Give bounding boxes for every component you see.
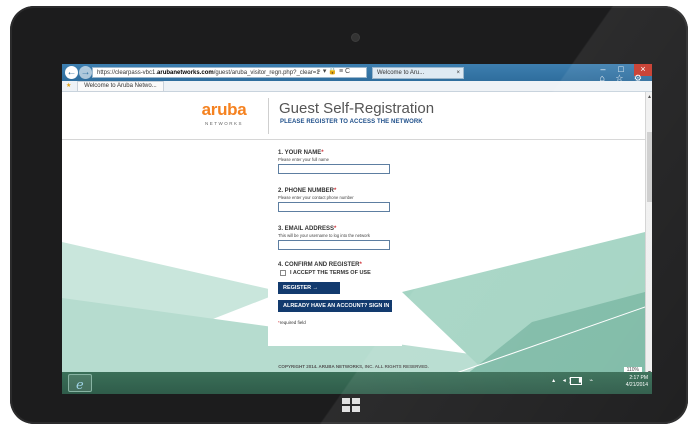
tab-label: Welcome to Aru... <box>377 70 425 76</box>
camera-icon <box>352 34 359 41</box>
email-input[interactable] <box>278 240 390 250</box>
sign-in-button[interactable]: ALREADY HAVE AN ACCOUNT? SIGN IN → <box>278 300 396 312</box>
header-divider <box>268 98 269 134</box>
email-hint: This will be your username to log into t… <box>278 233 370 238</box>
terms-label[interactable]: I ACCEPT THE TERMS OF USE <box>290 270 371 276</box>
address-bar-icons[interactable]: ⌕ ▾ 🔒 ≡ C <box>317 67 350 77</box>
windows-hardware-button[interactable] <box>342 398 364 416</box>
clock-date: 4/21/2014 <box>625 382 648 388</box>
phone-hint: Please enter your contact phone number <box>278 195 354 200</box>
clock-time: 2:17 PM <box>629 375 648 381</box>
browser-titlebar: ← → https://clearpass-vbc1.arubanetworks… <box>62 64 652 83</box>
ie-logo-icon: e <box>76 378 84 393</box>
web-page: aruba NETWORKS Guest Self-Registration P… <box>62 92 645 378</box>
phone-label: 2. PHONE NUMBER* <box>278 188 337 194</box>
svg-text:e: e <box>76 378 84 393</box>
photo-stage: ← → https://clearpass-vbc1.arubanetworks… <box>0 0 696 426</box>
url-prefix: https://clearpass-vbc1. <box>97 70 158 76</box>
aruba-logo: aruba NETWORKS <box>194 101 254 126</box>
logo-subtitle: NETWORKS <box>204 121 243 126</box>
vertical-scrollbar[interactable]: ▲ ▼ <box>645 92 652 378</box>
name-hint: Please enter your full name <box>278 157 329 162</box>
back-button[interactable]: ← <box>65 66 78 79</box>
scrollbar-thumb[interactable] <box>647 132 652 202</box>
page-subtitle: PLEASE REGISTER TO ACCESS THE NETWORK <box>280 119 423 125</box>
url-path: /guest/aruba_visitor_regn.php?_clear=1 <box>213 70 320 76</box>
page-title: Guest Self-Registration <box>279 100 435 117</box>
confirm-label: 4. CONFIRM AND REGISTER* <box>278 262 362 268</box>
scroll-up-icon[interactable]: ▲ <box>646 94 652 100</box>
name-label: 1. YOUR NAME* <box>278 150 324 156</box>
required-note: *required field <box>278 320 306 325</box>
taskbar-clock[interactable]: 2:17 PM 4/21/2014 <box>626 375 648 389</box>
forward-button[interactable]: → <box>79 66 92 79</box>
registration-form: 1. YOUR NAME* Please enter your full nam… <box>268 146 402 346</box>
system-tray-icons[interactable]: ▴ ◂) ▮ ⌁ <box>552 377 596 384</box>
page-header: aruba NETWORKS Guest Self-Registration P… <box>62 92 645 140</box>
favorites-tab[interactable]: Welcome to Aruba Netwo... <box>77 81 164 92</box>
logo-wordmark: aruba <box>201 100 247 119</box>
email-label: 3. EMAIL ADDRESS* <box>278 226 337 232</box>
copyright-text: COPYRIGHT 2014. ARUBA NETWORKS, INC. ALL… <box>278 364 429 369</box>
tablet-device: ← → https://clearpass-vbc1.arubanetworks… <box>10 6 688 424</box>
favorites-star-icon[interactable]: ★ <box>66 83 71 89</box>
name-input[interactable] <box>278 164 390 174</box>
screen: ← → https://clearpass-vbc1.arubanetworks… <box>62 64 652 394</box>
internet-explorer-taskbar-icon[interactable]: e <box>68 374 92 393</box>
url-domain: arubanetworks.com <box>157 70 214 76</box>
register-button[interactable]: REGISTER → <box>278 282 340 294</box>
browser-tab[interactable]: Welcome to Aru... × <box>372 67 464 79</box>
terms-checkbox[interactable] <box>280 270 286 276</box>
favorites-bar: ★ Welcome to Aruba Netwo... <box>62 81 652 92</box>
tab-close-icon[interactable]: × <box>456 68 460 78</box>
phone-input[interactable] <box>278 202 390 212</box>
windows-taskbar: e ▴ ◂) ▮ ⌁ 2:17 PM 4/21/2014 <box>62 372 652 394</box>
